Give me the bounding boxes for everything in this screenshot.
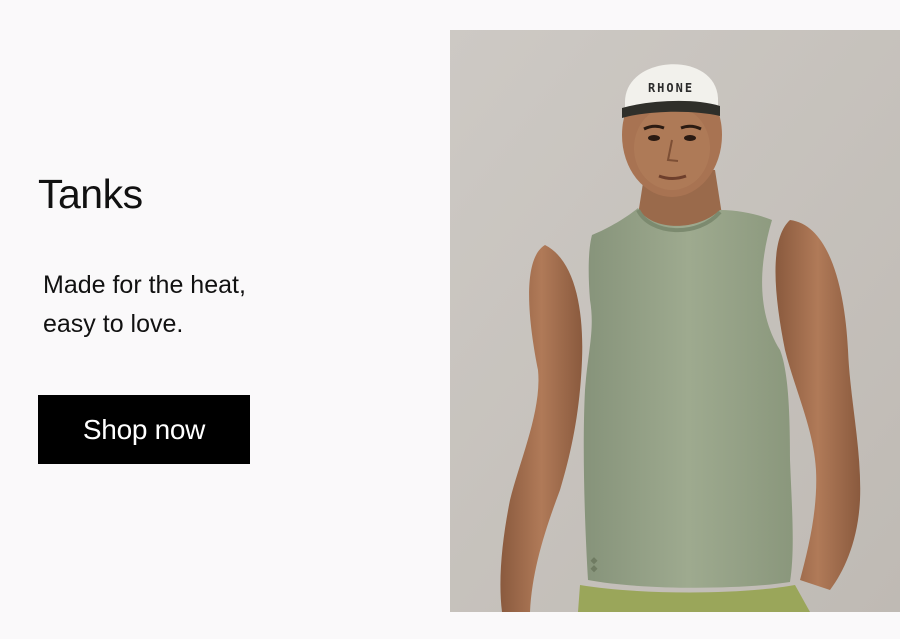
promo-tagline: Made for the heat, easy to love.: [43, 271, 246, 338]
product-photo[interactable]: RHONE: [450, 30, 900, 612]
shop-now-button[interactable]: Shop now: [38, 395, 250, 464]
model-illustration: RHONE: [450, 30, 900, 612]
promo-banner: Tanks Made for the heat, easy to love. S…: [0, 0, 900, 639]
cap-logo-text: RHONE: [648, 81, 694, 95]
promo-title: Tanks: [38, 171, 143, 217]
tank-top: [583, 208, 793, 588]
